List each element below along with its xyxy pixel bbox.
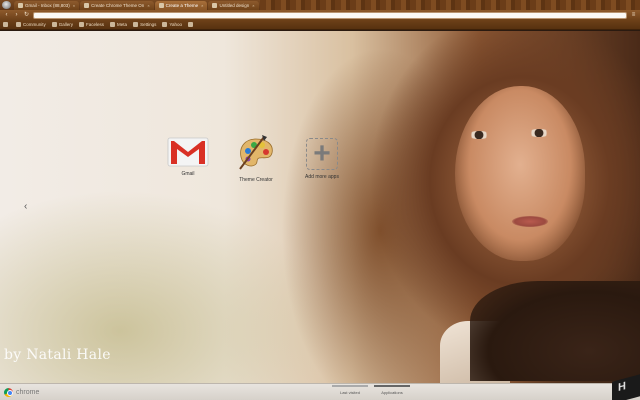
back-icon[interactable]: ‹ — [3, 12, 10, 19]
bookmark-favicon-icon — [51, 22, 57, 27]
bookmark-5[interactable]: Settings — [133, 22, 156, 27]
app-theme-creator[interactable]: Theme Creator — [226, 133, 286, 183]
chrome-logo-icon — [4, 387, 13, 397]
forward-icon[interactable]: › — [13, 12, 20, 19]
palette-icon — [239, 135, 273, 170]
bookmark-favicon-icon — [3, 22, 8, 27]
tab-2[interactable]: Create a Theme × — [154, 1, 208, 10]
favicon-icon — [158, 3, 164, 8]
app-add-more[interactable]: + Add more apps — [292, 138, 352, 180]
tab-0[interactable]: Gmail - Inbox (88,803) × — [14, 1, 80, 10]
close-icon[interactable]: × — [73, 3, 75, 8]
bookmark-favicon-icon — [79, 22, 85, 27]
omnibox-input[interactable] — [33, 11, 627, 19]
background-photo-eye — [528, 129, 550, 137]
new-tab-page: Gmail Theme Creator + Add more apps ‹ by… — [0, 31, 640, 383]
app-gmail[interactable]: Gmail — [158, 137, 218, 177]
page-switcher-most-visited[interactable]: Last visited — [332, 385, 368, 395]
bookmark-favicon-icon — [162, 22, 168, 27]
bookmark-6[interactable]: Yahoo — [162, 22, 182, 27]
tab-label: Untitled design — [219, 3, 250, 8]
tab-strip: Gmail - Inbox (88,803) × Create Chrome Th… — [0, 0, 640, 10]
tab-label: Gmail - Inbox (88,803) — [25, 3, 70, 8]
bookmark-3[interactable]: Faceless — [79, 22, 104, 27]
bookmark-favicon-icon — [133, 22, 139, 27]
background-photo-face — [455, 86, 585, 261]
bookmarks-bar: Community Gallery Faceless Meta Settings… — [0, 20, 640, 30]
page-switcher-apps[interactable]: Applications — [374, 385, 410, 395]
gmail-icon — [167, 137, 209, 167]
bookmark-1[interactable]: Community — [16, 22, 46, 27]
favicon-icon — [18, 3, 23, 8]
theme-signature: by Natali Hale — [4, 347, 111, 363]
bookmark-favicon-icon — [16, 22, 21, 27]
reload-icon[interactable]: ↻ — [23, 12, 30, 19]
bookmark-2[interactable]: Gallery — [51, 22, 73, 27]
favicon-icon — [84, 3, 90, 8]
app-label: Add more apps — [305, 174, 339, 180]
close-icon[interactable]: × — [147, 3, 149, 8]
close-icon[interactable]: × — [201, 3, 203, 8]
tab-1[interactable]: Create Chrome Theme On × — [80, 1, 154, 10]
tabstrip-background — [259, 0, 640, 10]
background-photo-jacket — [470, 281, 640, 381]
background-photo-eye — [468, 131, 490, 139]
tab-3[interactable]: Untitled design × — [208, 1, 259, 10]
close-icon[interactable]: × — [252, 3, 254, 8]
window-menu-icon[interactable] — [2, 1, 11, 9]
background-photo-lips — [512, 216, 548, 227]
chrome-wordmark: chrome — [16, 388, 40, 396]
previous-page-icon[interactable]: ‹ — [24, 201, 27, 212]
tab-label: Create a Theme — [165, 3, 199, 8]
app-label: Gmail — [181, 171, 195, 177]
toolbar: ‹ › ↻ ≡ — [0, 10, 640, 20]
bookmark-4[interactable]: Meta — [110, 22, 127, 27]
bookmark-7[interactable] — [188, 22, 195, 27]
bottom-bar: chrome Last visited Applications — [0, 383, 640, 400]
bookmark-favicon-icon — [110, 22, 116, 27]
page-switcher: Last visited Applications — [332, 384, 410, 400]
wrench-icon[interactable]: ≡ — [630, 12, 637, 19]
bookmark-favicon-icon — [188, 22, 194, 27]
favicon-icon — [212, 3, 218, 8]
add-icon: + — [306, 138, 338, 170]
app-label: Theme Creator — [239, 177, 273, 183]
bookmark-0[interactable] — [3, 22, 10, 27]
tab-label: Create Chrome Theme On — [91, 3, 145, 8]
